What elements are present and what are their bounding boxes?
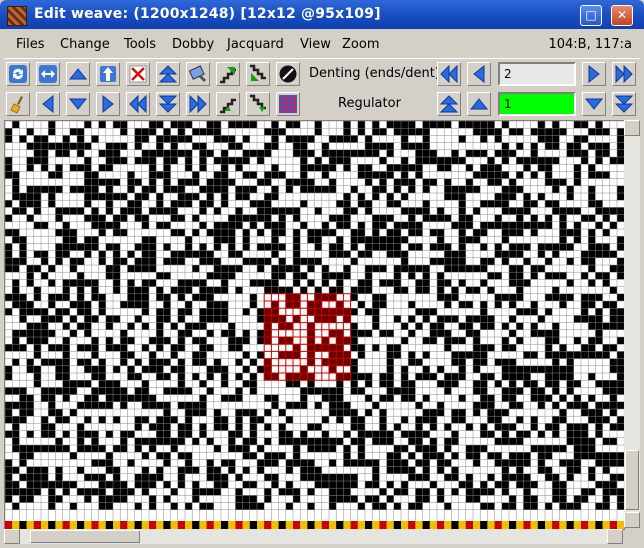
stairs-up-right-icon — [220, 67, 236, 84]
menu-zoom[interactable]: Zoom — [342, 37, 379, 52]
fast-up-icon — [158, 65, 178, 83]
denting-right-button[interactable] — [582, 62, 606, 86]
scroll-up-button[interactable] — [624, 120, 640, 136]
horizontal-scroll-thumb[interactable] — [30, 530, 140, 543]
arrow-right-icon — [588, 64, 600, 84]
scroll-left-button[interactable] — [4, 529, 20, 544]
menu-jacquard[interactable]: Jacquard — [227, 37, 284, 52]
regulator-up-button[interactable] — [467, 92, 491, 116]
fast-left-button[interactable] — [126, 92, 150, 116]
arrow-down-icon — [584, 98, 604, 110]
horizontal-scrollbar[interactable] — [4, 529, 623, 544]
swap-horizontal-button[interactable] — [36, 62, 60, 86]
pattern-grid-icon — [279, 95, 297, 113]
denting-fast-right-button[interactable] — [612, 62, 636, 86]
fast-up-button[interactable] — [156, 62, 180, 86]
close-button[interactable]: ✕ — [611, 5, 633, 26]
denting-fast-left-button[interactable] — [437, 62, 461, 86]
scroll-down-button[interactable] — [624, 512, 640, 528]
menu-view[interactable]: View — [300, 37, 331, 52]
maximize-icon: □ — [585, 8, 597, 22]
stairs-up-right-button[interactable] — [216, 62, 240, 86]
broom-button[interactable] — [6, 92, 30, 116]
weave-grid[interactable] — [5, 121, 624, 529]
arrow-left-icon — [473, 64, 485, 84]
window-title: Edit weave: (1200x1248) [12x12 @95x109] — [34, 6, 381, 22]
menu-dobby[interactable]: Dobby — [172, 37, 214, 52]
regulator-fast-up-button[interactable] — [437, 92, 461, 116]
stairs-down-left-button[interactable] — [246, 62, 270, 86]
denting-left-button[interactable] — [467, 62, 491, 86]
stairs-up-icon — [220, 98, 236, 114]
fast-right-button[interactable] — [186, 92, 210, 116]
regulator-down-button[interactable] — [582, 92, 606, 116]
fast-down-icon — [614, 95, 634, 113]
denting-field[interactable] — [498, 62, 576, 86]
regulator-field[interactable] — [498, 92, 576, 116]
arrow-right-button[interactable] — [96, 92, 120, 116]
stairs-down-left-icon — [250, 64, 266, 81]
fast-right-icon — [615, 64, 633, 84]
edit-weave-window: Edit weave: (1200x1248) [12x12 @95x109] … — [0, 0, 644, 548]
flip-vertical-icon — [100, 66, 116, 82]
arrow-left-icon — [42, 94, 54, 114]
broom-icon — [10, 96, 23, 114]
fast-right-icon — [189, 94, 207, 114]
arrow-down-button[interactable] — [66, 92, 90, 116]
fast-down-button[interactable] — [156, 92, 180, 116]
arrow-up-button[interactable] — [66, 62, 90, 86]
close-icon: ✕ — [616, 8, 628, 22]
denting-label: Denting (ends/dent) — [309, 66, 440, 81]
vertical-scrollbar[interactable] — [624, 120, 640, 528]
stairs-down-icon — [250, 94, 266, 112]
fast-up-icon — [439, 95, 459, 113]
arrow-left-button[interactable] — [36, 92, 60, 116]
arrow-down-icon — [68, 98, 88, 110]
scroll-right-button[interactable] — [607, 529, 623, 544]
toolbar-row-1: Denting (ends/dent) — [4, 61, 640, 89]
arrow-right-icon — [102, 94, 114, 114]
cursor-coordinates: 104:B, 117:a — [548, 37, 632, 52]
title-bar[interactable]: Edit weave: (1200x1248) [12x12 @95x109] … — [0, 0, 644, 29]
denting-toggle-button[interactable] — [276, 62, 300, 86]
stairs-down-button[interactable] — [246, 92, 270, 116]
fast-left-icon — [440, 64, 458, 84]
fast-down-icon — [158, 95, 178, 113]
menu-files[interactable]: Files — [16, 37, 45, 52]
weave-app-icon — [7, 6, 27, 26]
refresh-button[interactable] — [6, 62, 30, 86]
refresh-icon — [9, 65, 27, 83]
arrow-up-icon — [469, 98, 489, 110]
paint-icon — [188, 65, 207, 83]
clear-icon — [129, 65, 147, 83]
color-stripe — [5, 521, 624, 529]
clear-button[interactable] — [126, 62, 150, 86]
stairs-up-button[interactable] — [216, 92, 240, 116]
menu-tools[interactable]: Tools — [124, 37, 156, 52]
vertical-scroll-thumb[interactable] — [625, 450, 639, 510]
weave-grid-area[interactable] — [4, 120, 625, 530]
swap-horizontal-icon — [39, 65, 57, 83]
toolbar-row-2: Regulator — [4, 91, 640, 119]
arrow-up-icon — [68, 68, 88, 80]
denting-toggle-icon — [279, 65, 297, 83]
pattern-grid-button[interactable] — [276, 92, 300, 116]
regulator-fast-down-button[interactable] — [612, 92, 636, 116]
fast-left-icon — [129, 94, 147, 114]
selection-block[interactable] — [263, 293, 352, 381]
flip-vertical-button[interactable] — [96, 62, 120, 86]
menu-change[interactable]: Change — [60, 37, 110, 52]
paint-button[interactable] — [186, 62, 210, 86]
maximize-button[interactable]: □ — [580, 5, 602, 26]
regulator-label: Regulator — [338, 96, 401, 111]
menu-bar: Files Change Tools Dobby Jacquard View Z… — [4, 31, 640, 59]
